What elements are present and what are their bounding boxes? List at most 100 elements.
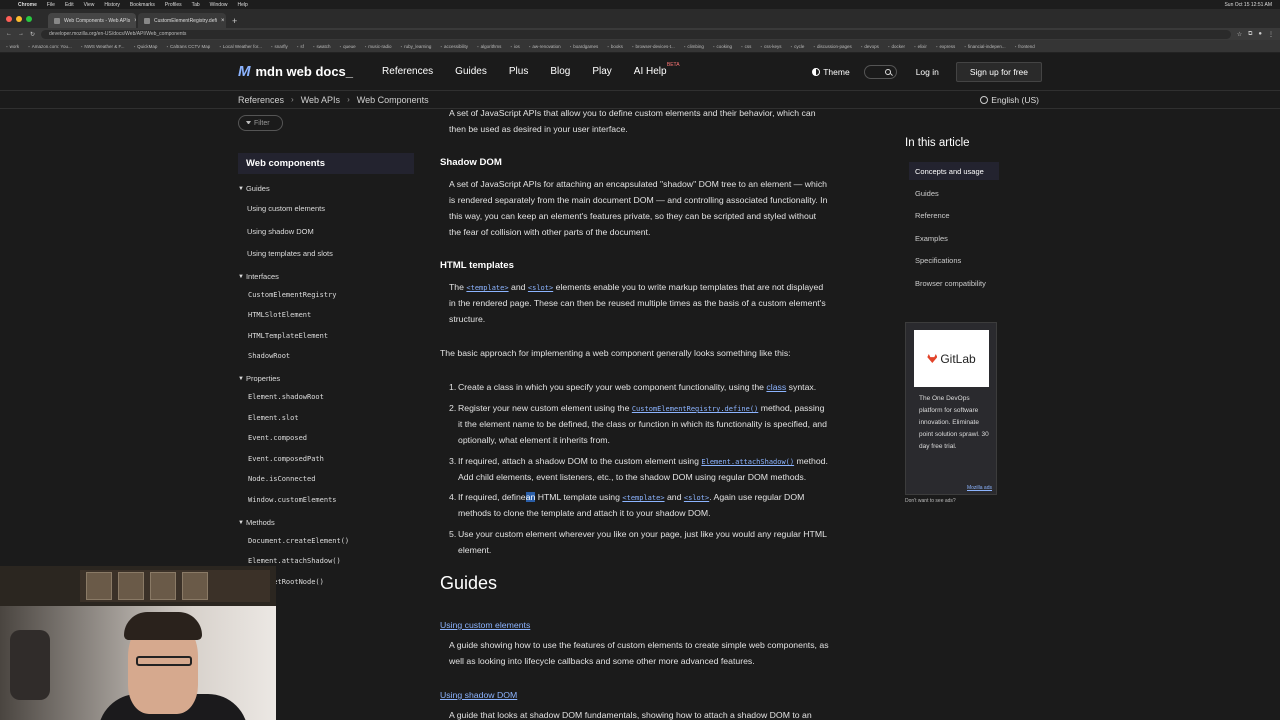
sidebar-item-htmlslotelement[interactable]: HTMLSlotElement [248,311,311,319]
tab-custom-element-registry[interactable]: CustomElementRegistry.defi × [138,13,226,28]
bookmark-item[interactable]: aw-renovation [529,44,560,49]
extensions-icon[interactable]: ⧉ [1248,31,1252,38]
bookmark-item[interactable]: css [741,44,752,49]
menu-view[interactable]: View [84,2,95,8]
using-shadow-dom-link[interactable]: Using shadow DOM [440,690,517,700]
sidebar-group-methods[interactable]: ▼ Methods [238,518,275,527]
close-tab-icon[interactable]: × [134,18,136,24]
bookmark-item[interactable]: NWS Weather & F... [81,44,124,49]
theme-switcher[interactable]: Theme [812,67,850,77]
bookmark-star-icon[interactable]: ☆ [1237,31,1242,38]
nav-blog[interactable]: Blog [539,66,581,77]
mdn-logo[interactable]: M mdn web docs_ [238,63,353,80]
sidebar-item-element-slot[interactable]: Element.slot [248,414,299,422]
bookmark-item[interactable]: ios [510,44,520,49]
template-element-link[interactable]: <template> [622,494,664,502]
bookmark-item[interactable]: snarfly [271,44,287,49]
toc-item-specifications[interactable]: Specifications [915,256,961,265]
bookmark-item[interactable]: docker [888,44,906,49]
sidebar-item-customelementregistry[interactable]: CustomElementRegistry [248,291,337,299]
toc-item-browser-compat[interactable]: Browser compatibility [915,279,986,288]
bookmark-item[interactable]: music-radio [365,44,391,49]
sidebar-item-document-createelement[interactable]: Document.createElement() [248,537,349,545]
sidebar-item-shadowroot[interactable]: ShadowRoot [248,352,290,360]
sponsored-ad[interactable]: GitLab The One DevOps platform for softw… [905,322,997,495]
bookmark-item[interactable]: frontend [1015,44,1035,49]
nav-references[interactable]: References [371,66,444,77]
nav-plus[interactable]: Plus [498,66,539,77]
bookmark-item[interactable]: books [607,44,623,49]
sidebar-group-interfaces[interactable]: ▼ Interfaces [238,272,279,281]
breadcrumb-web-components[interactable]: Web Components [357,95,429,105]
class-link[interactable]: class [766,382,786,392]
new-tab-button[interactable]: + [228,13,241,28]
bookmark-item[interactable]: elixir [914,44,927,49]
bookmark-item[interactable]: express [936,44,956,49]
bookmark-item[interactable]: climbing [684,44,704,49]
slot-element-link[interactable]: <slot> [528,284,553,292]
toc-item-concepts[interactable]: Concepts and usage [909,162,999,180]
bookmark-item[interactable]: swatch [313,44,330,49]
bookmark-item[interactable]: ruby_learning [401,44,431,49]
sidebar-item-using-shadow-dom[interactable]: Using shadow DOM [247,227,314,236]
toc-item-examples[interactable]: Examples [915,234,948,243]
more-menu-icon[interactable]: ⋮ [1268,31,1274,38]
zoom-window-button[interactable] [26,15,32,22]
menu-file[interactable]: File [47,2,55,8]
ad-opt-out-link[interactable]: Don't want to see ads? [905,498,956,504]
template-element-link[interactable]: <template> [466,284,508,292]
nav-ai-help[interactable]: AI Help BETA [623,62,680,77]
menu-window[interactable]: Window [210,2,228,8]
sidebar-item-using-templates[interactable]: Using templates and slots [247,249,333,258]
menu-app-name[interactable]: Chrome [18,2,37,8]
menu-profiles[interactable]: Profiles [165,2,182,8]
menu-bookmarks[interactable]: Bookmarks [130,2,155,8]
nav-guides[interactable]: Guides [444,66,498,77]
sidebar-item-window-customelements[interactable]: Window.customElements [248,496,337,504]
bookmark-item[interactable]: financial-indepen... [964,44,1006,49]
bookmark-item[interactable]: algorithms [477,44,502,49]
bookmark-item[interactable]: queue [340,44,356,49]
bookmark-item[interactable]: sf [297,44,304,49]
menu-help[interactable]: Help [237,2,247,8]
sidebar-item-htmltemplateelement[interactable]: HTMLTemplateElement [248,332,328,340]
search-button[interactable] [863,65,897,79]
login-button[interactable]: Log in [910,63,945,81]
sidebar-group-guides[interactable]: ▼ Guides [238,184,270,193]
tab-web-components[interactable]: Web Components - Web APIs × [48,13,136,28]
forward-icon[interactable]: → [18,31,24,38]
reload-icon[interactable]: ↻ [30,31,35,38]
toc-item-reference[interactable]: Reference [915,211,950,220]
bookmark-item[interactable]: devops [861,44,879,49]
breadcrumb-references[interactable]: References [238,95,284,105]
menu-tab[interactable]: Tab [192,2,200,8]
bookmark-item[interactable]: work [6,44,20,49]
close-window-button[interactable] [6,15,12,22]
language-switcher[interactable]: English (US) [980,95,1039,105]
sidebar-item-element-shadowroot[interactable]: Element.shadowRoot [248,393,324,401]
menu-history[interactable]: History [104,2,120,8]
back-icon[interactable]: ← [6,31,12,38]
sidebar-item-event-composed[interactable]: Event.composed [248,434,307,442]
sidebar-item-using-custom-elements[interactable]: Using custom elements [247,204,325,213]
ad-attribution-link[interactable]: Mozilla ads [967,485,992,491]
bookmark-item[interactable]: accessibility [440,44,468,49]
bookmark-item[interactable]: discussion-pages [813,44,852,49]
bookmark-item[interactable]: Amazon.com: You... [28,44,72,49]
bookmark-item[interactable]: cooking [713,44,733,49]
sidebar-title[interactable]: Web components [238,153,414,174]
profile-icon[interactable]: ● [1258,31,1262,38]
customelementregistry-define-link[interactable]: CustomElementRegistry.define() [632,405,758,413]
clock[interactable]: Sun Oct 15 12:51 AM [1224,2,1272,8]
bookmark-item[interactable]: Local Weather for... [219,44,262,49]
nav-play[interactable]: Play [581,66,622,77]
bookmark-item[interactable]: cycle [791,44,804,49]
bookmark-item[interactable]: Caltrans CCTV Map [166,44,210,49]
sidebar-item-node-isconnected[interactable]: Node.isConnected [248,475,315,483]
menu-edit[interactable]: Edit [65,2,74,8]
signup-button[interactable]: Sign up for free [955,62,1042,82]
toc-item-guides[interactable]: Guides [915,189,939,198]
using-custom-elements-link[interactable]: Using custom elements [440,620,530,630]
slot-element-link[interactable]: <slot> [684,494,709,502]
breadcrumb-web-apis[interactable]: Web APIs [301,95,340,105]
